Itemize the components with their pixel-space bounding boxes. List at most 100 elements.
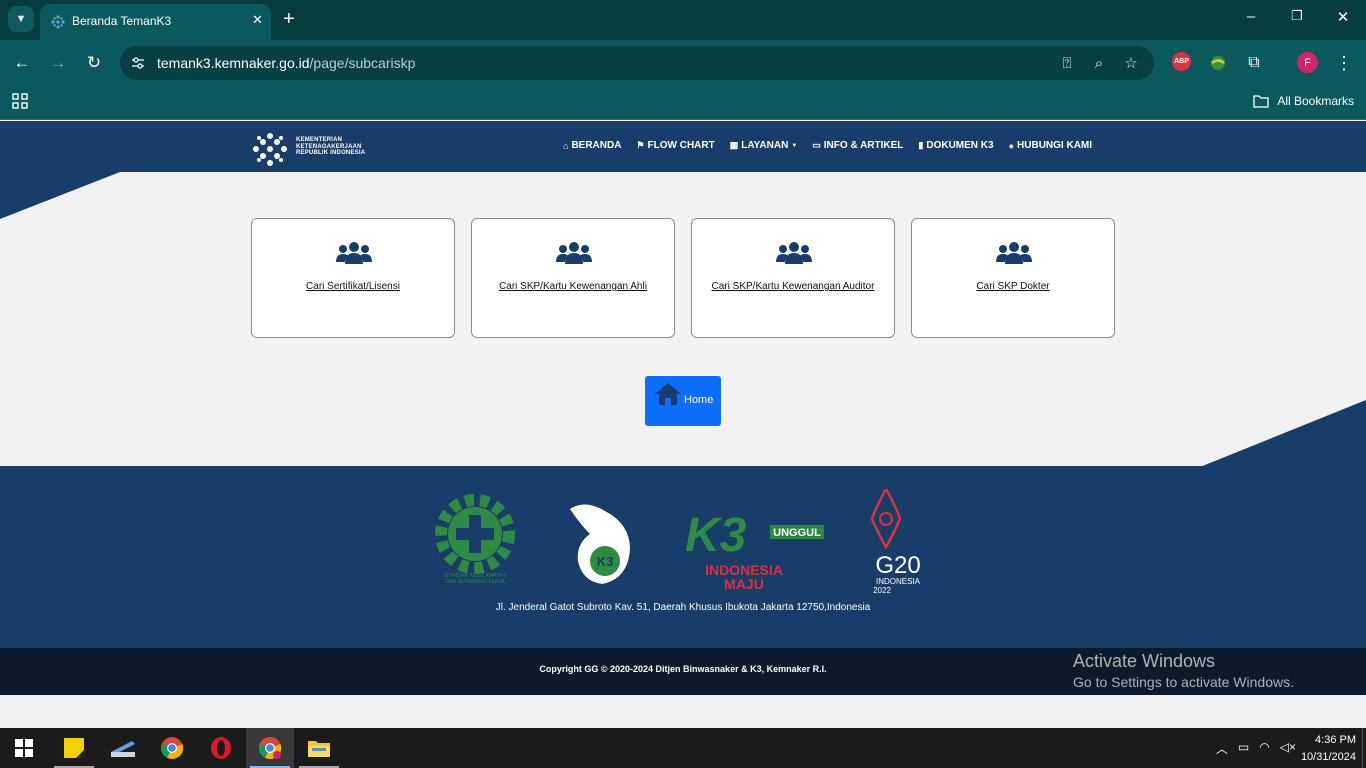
svg-text:G20: G20 [875, 552, 920, 579]
taskbar-clock[interactable]: 4:36 PM 10/31/2024 [1301, 732, 1356, 766]
start-button[interactable] [0, 728, 48, 768]
ok-hand-logo-icon: K3 [570, 504, 630, 584]
svg-text:2022: 2022 [873, 586, 891, 595]
restore-icon[interactable]: ❐ [1282, 8, 1312, 24]
site-info-icon[interactable] [130, 55, 146, 71]
window-close-icon[interactable]: ✕ [1328, 8, 1358, 26]
battery-icon[interactable]: ▭ [1238, 740, 1249, 757]
browser-toolbar: ← → ↻ temank3.kemnaker.go.id/page/subcar… [0, 40, 1366, 86]
card-link[interactable]: Cari SKP Dokter [912, 281, 1114, 292]
chrome-icon [160, 737, 184, 759]
svg-text:DAN KESEHATAN KERJA: DAN KESEHATAN KERJA [446, 579, 506, 585]
svg-text:K3: K3 [685, 509, 747, 562]
header-slant-decoration [0, 172, 120, 219]
home-button-label: Home [684, 394, 714, 406]
bookmark-star-icon[interactable]: ☆ [1122, 54, 1140, 72]
url-path: /page/subcariskp [309, 55, 416, 71]
card-link[interactable]: Cari SKP/Kartu Kewenangan Auditor [692, 281, 894, 292]
profile-avatar[interactable]: F [1297, 52, 1318, 73]
flag-icon: ⚑ [636, 140, 645, 150]
home-button[interactable]: Home [645, 376, 721, 426]
new-tab-button[interactable]: + [283, 8, 295, 30]
k3-unggul-logo-icon: K3 UNGGUL INDONESIA MAJU [685, 509, 824, 592]
svg-text:MAJU: MAJU [724, 576, 764, 592]
clock-date: 10/31/2024 [1300, 751, 1356, 763]
clock-time: 4:36 PM [1315, 734, 1356, 746]
footer-address: Jl. Jenderal Gatot Subroto Kav. 51, Daer… [495, 602, 871, 613]
wifi-icon[interactable]: ◠ [1259, 740, 1269, 757]
card-cari-skp-auditor[interactable]: Cari SKP/Kartu Kewenangan Auditor [691, 218, 895, 338]
menu-label: INFO & ARTIKEL [823, 140, 904, 151]
tab-search-button[interactable]: ▼ [8, 6, 34, 32]
adblock-plus-icon[interactable]: ABP [1172, 52, 1191, 71]
zoom-icon[interactable]: ⌕ [1090, 54, 1108, 72]
all-bookmarks-button[interactable]: All Bookmarks [1253, 94, 1354, 108]
users-icon [556, 242, 592, 264]
taskbar-file-explorer[interactable] [295, 728, 343, 768]
all-bookmarks-label: All Bookmarks [1277, 94, 1354, 108]
windows-logo-icon [15, 739, 33, 757]
menu-item-info-artikel[interactable]: ▭ INFO & ARTIKEL [812, 140, 903, 151]
browser-menu-icon[interactable]: ⋮ [1333, 52, 1355, 74]
menu-item-hubungi-kami[interactable]: ● HUBUNGI KAMI [1009, 140, 1092, 151]
g20-logo-icon: G20 INDONESIA 2022 [870, 489, 921, 595]
taskbar-scanner[interactable] [99, 728, 147, 768]
logo-line: REPUBLIK INDONESIA [296, 150, 366, 157]
menu-item-dokumen-k3[interactable]: ▮ DOKUMEN K3 [918, 140, 993, 151]
apps-grid-icon[interactable] [12, 93, 28, 109]
svg-text:K3: K3 [597, 554, 614, 569]
card-link[interactable]: Cari Sertifikat/Lisensi [252, 281, 454, 292]
tab-title: Beranda TemanK3 [72, 14, 172, 28]
minimize-icon[interactable]: – [1236, 8, 1266, 25]
taskbar-sticky-notes[interactable] [50, 728, 98, 768]
extensions-puzzle-icon[interactable]: ⧉ [1243, 52, 1265, 74]
card-cari-skp-ahli[interactable]: Cari SKP/Kartu Kewenangan Ahli [471, 218, 675, 338]
menu-label: BERANDA [571, 140, 622, 151]
users-icon [776, 242, 812, 264]
taskbar-chrome[interactable] [148, 728, 196, 768]
site-navbar: KEMENTERIAN KETENAGAKERJAAN REPUBLIK IND… [0, 121, 1366, 172]
reload-icon[interactable]: ↻ [82, 51, 106, 75]
show-hidden-icons-chevron-icon[interactable]: ︿ [1216, 740, 1228, 757]
volume-muted-icon[interactable]: ◁× [1280, 740, 1296, 757]
opera-icon [211, 737, 231, 759]
card-icon: ▭ [812, 140, 821, 150]
watermark-subtitle: Go to Settings to activate Windows. [1073, 674, 1294, 690]
active-tab[interactable]: Beranda TemanK3 ✕ [40, 4, 271, 40]
footer-slant-decoration [1200, 400, 1366, 467]
address-bar[interactable]: temank3.kemnaker.go.id/page/subcariskp ⍰… [120, 46, 1154, 80]
book-icon: ▮ [918, 140, 924, 150]
forward-icon[interactable]: → [46, 51, 70, 75]
web-page: KEMENTERIAN KETENAGAKERJAAN REPUBLIK IND… [0, 121, 1366, 728]
card-link[interactable]: Cari SKP/Kartu Kewenangan Ahli [472, 281, 674, 292]
taskbar-chrome-profile[interactable] [246, 728, 294, 768]
caret-down-icon: ▼ [791, 142, 798, 149]
main-menu: ⌂ BERANDA ⚑ FLOW CHART ▦ LAYANAN ▼ ▭ INFO & A… [563, 140, 1092, 151]
menu-label: DOKUMEN K3 [926, 140, 994, 151]
folder-icon [308, 741, 330, 757]
site-footer: STANDAR KESELAMATAN DAN KESEHATAN KERJA … [0, 466, 1366, 649]
svg-text:UNGGUL: UNGGUL [773, 527, 821, 539]
card-cari-skp-dokter[interactable]: Cari SKP Dokter [911, 218, 1115, 338]
show-desktop-button[interactable] [1362, 728, 1366, 768]
bookmarks-bar: All Bookmarks [0, 86, 1366, 120]
back-icon[interactable]: ← [10, 51, 34, 75]
menu-item-beranda[interactable]: ⌂ BERANDA [563, 140, 621, 151]
extension-globe-icon[interactable] [1207, 52, 1229, 74]
screen: ▼ Beranda TemanK3 ✕ + – ❐ ✕ ← → ↻ temank… [0, 0, 1366, 768]
activate-windows-watermark: Activate Windows Go to Settings to activ… [1073, 651, 1294, 690]
tab-bar: ▼ Beranda TemanK3 ✕ + – ❐ ✕ [0, 0, 1366, 40]
footer-logos: STANDAR KESELAMATAN DAN KESEHATAN KERJA … [435, 489, 921, 595]
tab-close-icon[interactable]: ✕ [252, 12, 263, 28]
menu-item-layanan[interactable]: ▦ LAYANAN ▼ [730, 140, 798, 151]
grid-icon: ▦ [729, 140, 739, 150]
menu-item-flow-chart[interactable]: ⚑ FLOW CHART [636, 140, 714, 151]
watermark-title: Activate Windows [1073, 651, 1216, 671]
translate-icon[interactable]: ⍰ [1058, 54, 1076, 72]
taskbar-opera[interactable] [197, 728, 245, 768]
sticky-notes-icon [64, 738, 84, 758]
url-text: temank3.kemnaker.go.id/page/subcariskp [157, 55, 415, 71]
users-icon [336, 242, 372, 264]
chrome-profile-icon [258, 737, 282, 759]
card-cari-sertifikat[interactable]: Cari Sertifikat/Lisensi [251, 218, 455, 338]
